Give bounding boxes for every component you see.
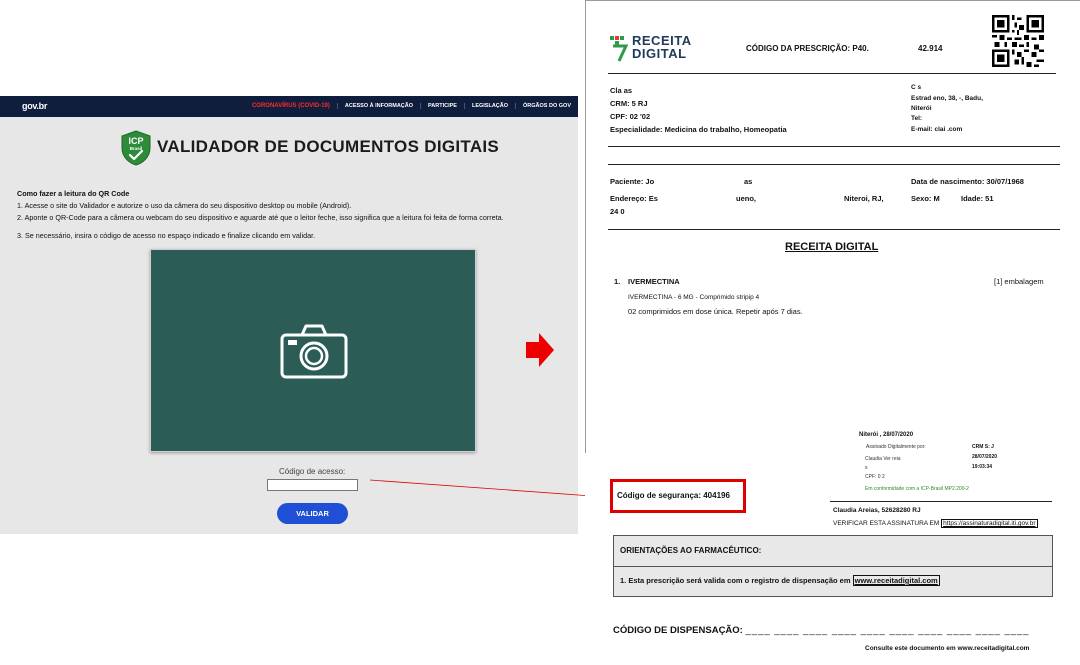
arrow-right-icon (526, 333, 554, 367)
validator-webpage: gov.br CORONAVÍRUS (COVID-19) ACESSO À I… (0, 96, 578, 534)
divider (608, 146, 1060, 147)
guidance-item-text: 1. Esta prescrição será valida com o reg… (620, 576, 851, 585)
prescription-document-footer: Claudia Ver reia s CPF: 0 2 Em conformid… (585, 444, 1080, 665)
item-detail: IVERMECTINA - 6 MG - Comprimido stripip … (628, 294, 760, 301)
signer-name: Claudia Areias, 52628280 RJ (833, 507, 921, 514)
signature-conformity: Em conformidade com a ICP-Brasil MP2.200… (865, 486, 969, 492)
prescription-code-label: CÓDIGO DA PRESCRIÇÃO: P40. (746, 44, 869, 53)
gov-link-acesso-informacao[interactable]: ACESSO À INFORMAÇÃO (336, 103, 420, 109)
gov-br-logo[interactable]: gov.br (22, 101, 47, 111)
instruction-step-3: 3. Se necessário, insira o código de ace… (17, 231, 316, 240)
validate-button[interactable]: VALIDAR (277, 503, 348, 524)
item-number: 1. (614, 277, 621, 286)
signature-cpf: CPF: 0 2 (865, 474, 885, 480)
instructions-heading: Como fazer a leitura do QR Code (17, 189, 130, 198)
clinic-name: C s (911, 84, 922, 91)
prescription-document: RECEITA DIGITAL CÓDIGO DA PRESCRIÇÃO: P4… (585, 0, 1080, 453)
receita-digital-logo-text: RECEITA DIGITAL (632, 34, 692, 60)
doctor-name: Cla as (610, 86, 633, 95)
gov-link-orgaos[interactable]: ÓRGÃOS DO GOV (515, 103, 578, 109)
dispensation-code: CÓDIGO DE DISPENSAÇÃO: ____ ____ ____ __… (613, 625, 1030, 636)
signature-name: Claudia Ver reia (865, 456, 901, 462)
clinic-phone: Tel: (911, 115, 923, 122)
clinic-city: Niterói (911, 105, 932, 112)
camera-icon[interactable] (280, 323, 348, 379)
signature-assinado: Assinado Digitalmente por: (866, 444, 926, 450)
guidance-item: 1. Esta prescrição será valida com o reg… (620, 575, 940, 586)
gov-header-bar: gov.br CORONAVÍRUS (COVID-19) ACESSO À I… (0, 96, 578, 117)
clinic-address: Estrad eno, 38, -, Badu, (911, 95, 983, 102)
signature-time: 19:03:34 (972, 464, 993, 470)
patient-name-rest: as (744, 177, 753, 186)
security-code-highlight: Código de segurança: 404196 (610, 479, 746, 513)
receita-digital-mark-icon (610, 36, 628, 62)
patient-city: Niteroi, RJ, (844, 194, 884, 203)
qr-code-icon (992, 15, 1044, 67)
access-code-label: Código de acesso: (279, 467, 346, 476)
guidance-title: ORIENTAÇÕES AO FARMACÊUTICO: (620, 546, 762, 555)
signature-crm: CRM S: J (972, 444, 994, 450)
divider (608, 164, 1060, 165)
patient-dob: Data de nascimento: 30/07/1968 (911, 177, 1024, 186)
camera-scan-area[interactable] (150, 249, 476, 452)
pharmacist-guidance: ORIENTAÇÕES AO FARMACÊUTICO: 1. Esta pre… (613, 535, 1053, 597)
consult-document-note: Consulte este documento em www.receitadi… (865, 645, 1030, 652)
verify-label: VERIFICAR ESTA ASSINATURA EM (833, 520, 940, 527)
icp-brasil-shield-icon: ICP Brasil (121, 130, 151, 166)
page-title: VALIDADOR DE DOCUMENTOS DIGITAIS (157, 137, 500, 156)
verify-link[interactable]: https://assinaturadigital.iti.gov.br (941, 519, 1038, 528)
clinic-email: E-mail: clai .com (911, 126, 963, 133)
divider (608, 73, 1056, 74)
patient-address: Endereço: Es (610, 194, 658, 203)
gov-link-legislacao[interactable]: LEGISLAÇÃO (463, 103, 515, 109)
instruction-step-2: 2. Aponte o QR-Code para a câmera ou web… (17, 213, 504, 222)
qr-instructions: Como fazer a leitura do QR Code 1. Acess… (17, 188, 504, 242)
divider (608, 229, 1060, 230)
prescription-title: RECEITA DIGITAL (785, 241, 879, 253)
logo-line-2: DIGITAL (632, 46, 687, 61)
dispensation-code-label: CÓDIGO DE DISPENSAÇÃO: (613, 625, 743, 636)
receita-digital-logo: RECEITA DIGITAL (610, 34, 700, 64)
sign-place-date: Niterói , 28/07/2020 (859, 432, 914, 438)
item-quantity: [1] embalagem (994, 277, 1044, 286)
patient-name: Paciente: Jo (610, 177, 655, 186)
signature-line (830, 501, 1052, 502)
gov-link-participe[interactable]: PARTICIPE (420, 103, 464, 109)
doctor-crm: CRM: 5 RJ (610, 99, 648, 108)
svg-text:ICP: ICP (128, 136, 143, 146)
doctor-specialty: Especialidade: Medicina do trabalho, Hom… (610, 125, 787, 134)
item-dosage: 02 comprimidos em dose única. Repetir ap… (628, 307, 803, 316)
patient-address-mid: ueno, (736, 194, 756, 203)
patient-age: Idade: 51 (961, 194, 994, 203)
patient-sex: Sexo: M (911, 194, 940, 203)
receita-digital-link[interactable]: www.receitadigital.com (852, 575, 940, 586)
doctor-cpf: CPF: 02 '02 (610, 112, 651, 121)
patient-address-line2: 24 0 (610, 207, 625, 216)
access-code-input[interactable] (267, 479, 358, 491)
instruction-step-1: 1. Acesse o site do Validador e autorize… (17, 201, 352, 210)
gov-link-coronavirus[interactable]: CORONAVÍRUS (COVID-19) (245, 103, 337, 109)
item-name: IVERMECTINA (628, 277, 680, 286)
signature-s: s (865, 465, 868, 471)
svg-text:Brasil: Brasil (130, 146, 143, 151)
prescription-code-value: 42.914 (918, 44, 943, 53)
verify-text: VERIFICAR ESTA ASSINATURA EM https://ass… (833, 519, 1038, 528)
gov-header-links: CORONAVÍRUS (COVID-19) ACESSO À INFORMAÇ… (245, 103, 578, 109)
signature-date: 28/07/2020 (972, 454, 998, 460)
security-code: Código de segurança: 404196 (617, 491, 730, 500)
